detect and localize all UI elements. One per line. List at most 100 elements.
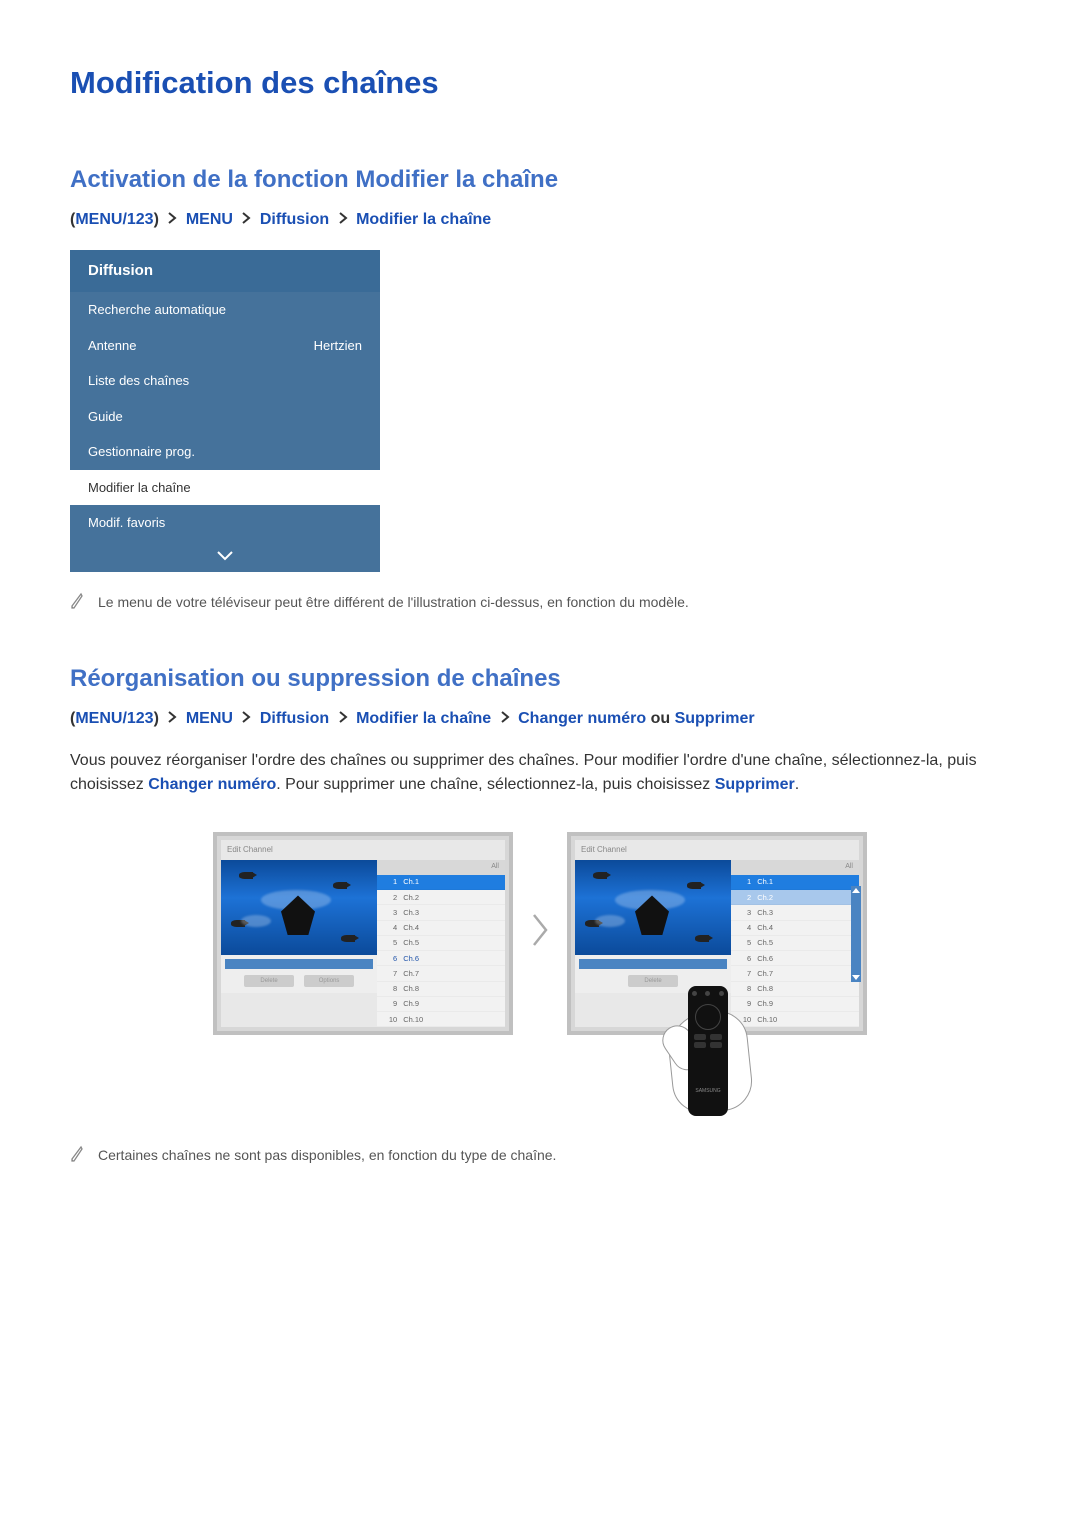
channel-number: 8 — [381, 983, 397, 994]
chevron-right-icon — [338, 707, 348, 731]
menu-item[interactable]: Liste des chaînes — [70, 363, 380, 399]
channel-number: 5 — [735, 937, 751, 948]
menu-item-label: Modif. favoris — [88, 513, 165, 533]
channel-name: Ch.5 — [403, 937, 419, 948]
bc2-changer: Changer numéro — [518, 710, 646, 727]
diffusion-menu-panel: Diffusion Recherche automatique Antenne He… — [70, 250, 380, 573]
menu-item[interactable]: Modif. favoris — [70, 505, 380, 541]
chevron-right-icon — [500, 707, 510, 731]
channel-number: 1 — [381, 876, 397, 887]
body-supprimer: Supprimer — [715, 776, 795, 793]
channel-number: 2 — [735, 892, 751, 903]
channel-row[interactable]: 2Ch.2 — [377, 890, 505, 905]
chevron-right-icon — [167, 707, 177, 731]
channel-number: 10 — [381, 1014, 397, 1025]
menu-item[interactable]: Gestionnaire prog. — [70, 434, 380, 470]
bc2-menu123: MENU/123 — [75, 710, 153, 727]
move-indicator-icon — [851, 886, 861, 982]
note-2-text: Certaines chaînes ne sont pas disponible… — [98, 1145, 556, 1166]
channel-name: Ch.3 — [757, 907, 773, 918]
channel-name: Ch.5 — [757, 937, 773, 948]
body-p2: . Pour supprimer une chaîne, sélectionne… — [276, 776, 714, 793]
screenshots-row: Edit Channel Delete Options — [70, 832, 1010, 1035]
channel-row[interactable]: 10 Ch.10 — [377, 1012, 505, 1027]
channel-name: Ch.9 — [757, 998, 773, 1009]
channel-row[interactable]: 7 Ch.7 — [377, 966, 505, 981]
channel-row[interactable]: 1Ch.1 — [377, 875, 505, 890]
body-p3: . — [795, 776, 799, 793]
chevron-right-icon — [531, 912, 549, 956]
channel-row[interactable]: 8Ch.8 — [731, 982, 859, 997]
channel-row[interactable]: 4 Ch.4 — [377, 921, 505, 936]
channel-row[interactable]: 6Ch.6 — [731, 951, 859, 966]
channel-name: Ch.8 — [403, 983, 419, 994]
channel-number: 4 — [381, 922, 397, 933]
pv-btn-options[interactable]: Options — [304, 975, 354, 987]
pv-btn-delete[interactable]: Delete — [244, 975, 294, 987]
channel-name: Ch.4 — [403, 922, 419, 933]
channel-list-before: All 1Ch.12Ch.23Ch.3 4 Ch.4 5 Ch.5 6 Ch.6 7 Ch.7 8… — [377, 860, 505, 1027]
menu-item[interactable]: Recherche automatique — [70, 292, 380, 328]
channel-number: 2 — [381, 892, 397, 903]
channel-row[interactable]: 5 Ch.5 — [731, 936, 859, 951]
channel-name: Ch.4 — [757, 922, 773, 933]
bc2-supprimer: Supprimer — [675, 710, 755, 727]
channel-row[interactable]: 4 Ch.4 — [731, 921, 859, 936]
channel-row[interactable]: 9Ch.9 — [731, 997, 859, 1012]
menu-item-label: Gestionnaire prog. — [88, 442, 195, 462]
menu-item-label: Modifier la chaîne — [88, 478, 191, 498]
channel-row[interactable]: 9Ch.9 — [377, 997, 505, 1012]
channel-number: 3 — [735, 907, 751, 918]
channel-name: Ch.9 — [403, 998, 419, 1009]
menu-item[interactable]: Guide — [70, 399, 380, 435]
channel-number: 7 — [735, 968, 751, 979]
channel-row[interactable]: 3 Ch.3 — [731, 905, 859, 920]
channel-name: Ch.10 — [403, 1014, 423, 1025]
channel-name: Ch.6 — [757, 953, 773, 964]
channel-row[interactable]: 10Ch.10 — [731, 1012, 859, 1027]
channel-number: 5 — [381, 937, 397, 948]
pv-btn-delete[interactable]: Delete — [628, 975, 678, 987]
chevron-right-icon — [241, 208, 251, 232]
body-changer: Changer numéro — [148, 776, 276, 793]
bc-menu123: MENU/123 — [75, 211, 153, 228]
channel-number: 6 — [381, 953, 397, 964]
channel-row[interactable]: 8 Ch.8 — [377, 982, 505, 997]
channel-number: 8 — [735, 983, 751, 994]
channel-number: 10 — [735, 1014, 751, 1025]
tv-screenshot-after: Edit Channel Delete — [567, 832, 867, 1035]
menu-item-label: Antenne — [88, 336, 136, 356]
channel-name: Ch.7 — [403, 968, 419, 979]
channel-preview-image — [221, 860, 377, 955]
chevron-down-icon[interactable] — [70, 541, 380, 573]
channel-name: Ch.6 — [403, 953, 419, 964]
channel-name: Ch.1 — [757, 876, 773, 887]
menu-item-value: Hertzien — [314, 336, 362, 356]
menu-item-label: Liste des chaînes — [88, 371, 189, 391]
channel-number: 4 — [735, 922, 751, 933]
channel-name: Ch.7 — [757, 968, 773, 979]
chan-filter: All — [731, 860, 859, 875]
breadcrumb-1: (MENU/123) MENU Diffusion Modifier la ch… — [70, 208, 1010, 232]
menu-panel-header: Diffusion — [70, 250, 380, 293]
chevron-right-icon — [338, 208, 348, 232]
channel-row[interactable]: 5 Ch.5 — [377, 936, 505, 951]
channel-number: 7 — [381, 968, 397, 979]
tv-screenshot-before: Edit Channel Delete Options — [213, 832, 513, 1035]
bc-modifier: Modifier la chaîne — [356, 211, 491, 228]
note-1-text: Le menu de votre téléviseur peut être di… — [98, 592, 689, 613]
bc2-modifier: Modifier la chaîne — [356, 710, 491, 727]
channel-row[interactable]: 3Ch.3 — [377, 905, 505, 920]
chan-filter: All — [377, 860, 505, 875]
channel-row[interactable]: 1Ch.1 — [731, 875, 859, 890]
channel-row[interactable]: 7 Ch.7 — [731, 966, 859, 981]
breadcrumb-2: (MENU/123) MENU Diffusion Modifier la ch… — [70, 707, 1010, 731]
channel-row[interactable]: 6 Ch.6 — [377, 951, 505, 966]
menu-item[interactable]: Modifier la chaîne — [70, 470, 380, 506]
section2-heading: Réorganisation ou suppression de chaînes — [70, 661, 1010, 697]
channel-row[interactable]: 2Ch.2 — [731, 890, 859, 905]
menu-item-label: Guide — [88, 407, 123, 427]
channel-name: Ch.3 — [403, 907, 419, 918]
menu-item[interactable]: Antenne Hertzien — [70, 328, 380, 364]
section2-body: Vous pouvez réorganiser l'ordre des chaî… — [70, 749, 1010, 797]
